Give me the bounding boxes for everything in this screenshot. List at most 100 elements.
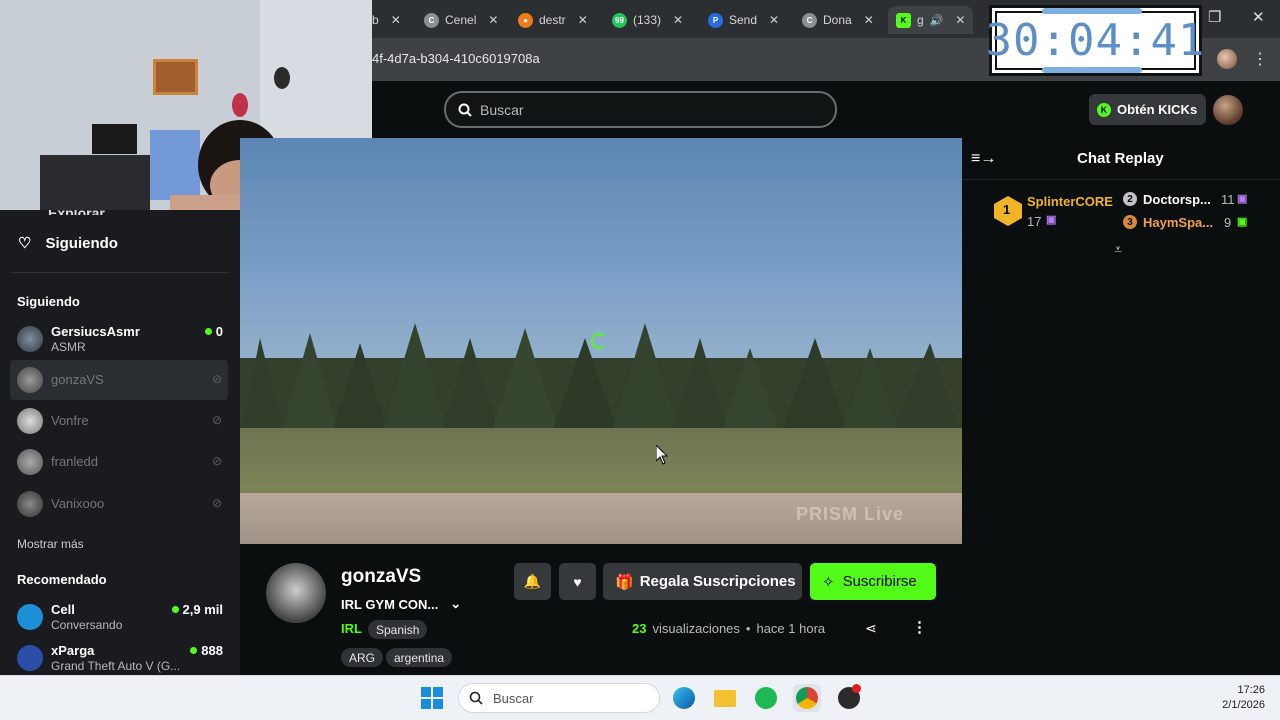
offline-icon: ⊘: [211, 372, 222, 386]
taskbar-clock[interactable]: 17:26 2/1/2026: [1222, 683, 1265, 713]
channel-gonzavs[interactable]: gonzaVS ⊘: [10, 360, 228, 400]
loading-spinner-icon: [591, 333, 607, 349]
category-link[interactable]: IRL: [341, 621, 362, 636]
collapse-chat-icon[interactable]: ≡→: [971, 150, 996, 168]
obs-icon[interactable]: [835, 684, 863, 712]
tab-destr[interactable]: ● destr ✕: [518, 6, 588, 34]
windows-logo-icon: [421, 687, 443, 709]
kick-icon: K: [896, 12, 911, 28]
coin-icon: C: [802, 12, 817, 28]
close-tab-icon[interactable]: ✕: [578, 13, 588, 27]
channel-avatar[interactable]: [266, 563, 326, 623]
chrome-icon[interactable]: [793, 684, 821, 712]
offline-icon: ⊘: [211, 454, 222, 468]
gifter-name: HaymSpa...: [1143, 215, 1214, 230]
close-tab-icon[interactable]: ✕: [955, 13, 965, 27]
gift-icon: ▣: [1046, 214, 1057, 226]
channel-gersiucsasmr[interactable]: GersiucsAsmr ASMR 0: [10, 319, 228, 359]
user-avatar[interactable]: [1213, 95, 1243, 125]
tab-label: Dona: [823, 13, 852, 27]
whatsapp-icon: 99: [612, 12, 627, 28]
video-player[interactable]: PRISM Live: [240, 138, 962, 544]
notification-button[interactable]: 🔔: [514, 563, 551, 600]
channel-franledd[interactable]: franledd ⊘: [10, 442, 228, 482]
kick-logo-icon: K: [1097, 102, 1111, 117]
sidebar-divider: [10, 272, 230, 273]
follow-button[interactable]: ♥: [559, 563, 596, 600]
restore-window-icon[interactable]: ❐: [1208, 8, 1221, 26]
channel-vonfre[interactable]: Vonfre ⊘: [10, 401, 228, 441]
gift-count: 11: [1221, 192, 1235, 207]
org-icon: ●: [518, 12, 533, 28]
channel-xparga[interactable]: xParga Grand Theft Auto V (G... 888: [10, 638, 228, 674]
tag-chip[interactable]: Spanish: [368, 620, 428, 639]
close-window-icon[interactable]: ✕: [1252, 8, 1265, 26]
close-tab-icon[interactable]: ✕: [864, 13, 874, 27]
bell-icon: 🔔: [523, 573, 542, 589]
taskbar-search-input[interactable]: Buscar: [458, 683, 660, 713]
viewer-count-value: 2,9 mil: [182, 602, 223, 617]
show-more-link[interactable]: Mostrar más: [17, 537, 84, 551]
views-label: visualizaciones: [652, 621, 740, 636]
channel-cell[interactable]: Cell Conversando 2,9 mil: [10, 597, 228, 637]
close-tab-icon[interactable]: ✕: [673, 13, 683, 27]
expand-gifters-icon[interactable]: ⩡: [1114, 241, 1122, 258]
tab-whatsapp[interactable]: 99 (133) ✕: [612, 6, 683, 34]
tag-chip[interactable]: argentina: [386, 648, 453, 667]
close-tab-icon[interactable]: ✕: [769, 13, 779, 27]
tab-label: b: [372, 13, 379, 27]
heart-icon: ♥: [573, 573, 582, 590]
channel-name: Cell: [51, 602, 75, 617]
recording-badge-icon: [852, 684, 861, 693]
viewer-count: 888: [190, 643, 223, 658]
channel-name: GersiucsAsmr: [51, 324, 140, 339]
avatar: [17, 326, 43, 352]
viewer-count: 0: [204, 324, 223, 339]
countdown-timer: 30:04:41: [986, 5, 1204, 76]
tab-send[interactable]: P Send ✕: [708, 6, 779, 34]
timer-value: 30:04:41: [985, 15, 1206, 66]
sparkle-icon: ✧: [822, 573, 835, 591]
browser-menu-icon[interactable]: ⋮: [1252, 49, 1268, 69]
spotify-icon[interactable]: [752, 684, 780, 712]
gift-subs-button[interactable]: 🎁 Regala Suscripciones: [603, 563, 802, 600]
close-tab-icon[interactable]: ✕: [488, 13, 498, 27]
tab-dona[interactable]: C Dona ✕: [802, 6, 874, 34]
close-tab-icon[interactable]: ✕: [391, 13, 401, 27]
viewer-count-value: 0: [215, 324, 223, 339]
tab-kick-active[interactable]: K g 🔊 ✕: [888, 6, 974, 34]
timer-bar-bottom: [1042, 67, 1142, 73]
tab-label: Send: [729, 13, 758, 27]
channel-category: Conversando: [51, 618, 123, 632]
chevron-down-icon[interactable]: ⌄: [450, 596, 461, 612]
channel-category: Grand Theft Auto V (G...: [51, 659, 181, 673]
edge-logo: [673, 687, 695, 709]
file-explorer-icon[interactable]: [711, 684, 739, 712]
taskbar-search-placeholder: Buscar: [493, 690, 534, 706]
search-input[interactable]: Buscar: [444, 91, 837, 128]
browser-profile-avatar[interactable]: [1217, 49, 1237, 69]
paypal-icon: P: [708, 12, 723, 28]
share-icon[interactable]: ⋖: [865, 620, 877, 637]
rank-number: 1: [1003, 202, 1011, 217]
edge-icon[interactable]: [670, 684, 698, 712]
get-kicks-button[interactable]: K Obtén KICKs: [1089, 94, 1206, 125]
more-options-icon[interactable]: ⋮: [912, 618, 927, 636]
nav-siguiendo[interactable]: ♡ Siguiendo: [18, 234, 118, 253]
channel-category: ASMR: [51, 340, 86, 354]
tag-chip[interactable]: ARG: [341, 648, 384, 667]
stream-title[interactable]: IRL GYM CON... ⌄: [341, 596, 461, 612]
speaker-icon[interactable]: 🔊: [930, 14, 944, 27]
avatar: [17, 367, 43, 393]
clock-time: 17:26: [1237, 684, 1265, 696]
channel-vanixooo[interactable]: Vanixooo ⊘: [10, 484, 228, 524]
tab-cenel[interactable]: C Cenel ✕: [424, 6, 498, 34]
channel-name: Vanixooo: [51, 496, 105, 511]
channel-name[interactable]: gonzaVS: [341, 566, 421, 588]
offline-icon: ⊘: [211, 496, 222, 510]
nav-siguiendo-label: Siguiendo: [45, 234, 118, 252]
subscribe-button[interactable]: ✧ Suscribirse: [810, 563, 936, 600]
windows-start-icon[interactable]: [418, 684, 446, 712]
chrome-logo: [796, 687, 818, 709]
tab-partial[interactable]: b ✕: [372, 6, 401, 34]
